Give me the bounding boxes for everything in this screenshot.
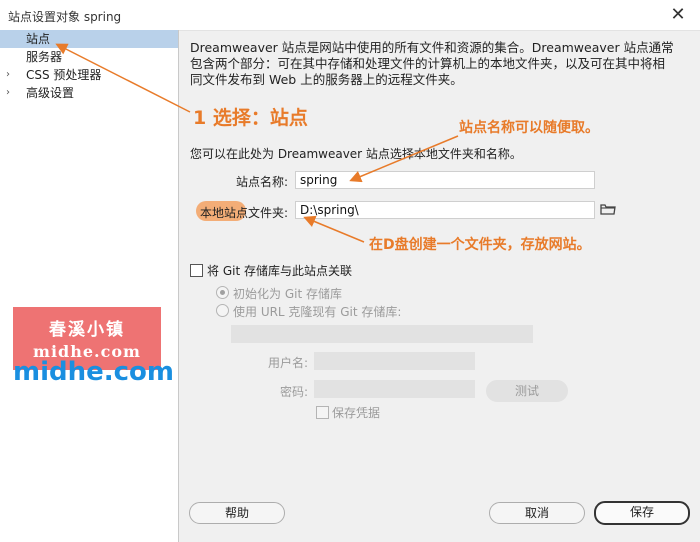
sidebar-item-label: CSS 预处理器 (26, 68, 102, 82)
sidebar-item-servers[interactable]: 服务器 (0, 48, 178, 66)
annotation-name-hint: 站点名称可以随便取。 (459, 120, 599, 136)
save-credentials-label: 保存凭据 (332, 406, 381, 420)
folder-icon[interactable] (600, 202, 616, 216)
sidebar-item-label: 站点 (26, 32, 51, 46)
local-folder-input[interactable]: D:\spring\ (295, 201, 595, 219)
annotation-folder-hint: 在D盘创建一个文件夹，存放网站。 (369, 237, 591, 253)
git-init-label: 初始化为 Git 存储库 (233, 287, 342, 301)
local-folder-label: 本地站点文件夹: (199, 206, 288, 220)
username-input[interactable] (314, 352, 475, 370)
username-label: 用户名: (267, 356, 308, 370)
test-button[interactable]: 测试 (486, 380, 568, 402)
watermark-text: midhe.com (13, 357, 175, 387)
site-name-input[interactable]: spring (295, 171, 595, 189)
chevron-right-icon[interactable]: › (6, 84, 10, 102)
title-bar: 站点设置对象 spring ✕ (0, 0, 700, 31)
git-clone-label: 使用 URL 克隆现有 Git 存储库: (233, 305, 402, 319)
watermark-badge-line1: 春溪小镇 (49, 320, 125, 340)
git-url-input[interactable] (231, 325, 533, 343)
site-description: Dreamweaver 站点是网站中使用的所有文件和资源的集合。Dreamwea… (190, 40, 674, 87)
help-button[interactable]: 帮助 (189, 502, 285, 524)
close-icon[interactable]: ✕ (668, 4, 688, 25)
git-associate-label: 将 Git 存储库与此站点关联 (207, 264, 352, 278)
site-name-label: 站点名称: (235, 175, 288, 189)
sidebar-item-advanced-settings[interactable]: › 高级设置 (0, 84, 178, 102)
password-input[interactable] (314, 380, 475, 398)
chevron-right-icon[interactable]: › (6, 66, 10, 84)
git-clone-radio[interactable] (216, 304, 229, 317)
cancel-button[interactable]: 取消 (489, 502, 585, 524)
git-associate-checkbox[interactable] (190, 264, 203, 277)
save-credentials-checkbox[interactable] (316, 406, 329, 419)
save-button[interactable]: 保存 (594, 501, 690, 525)
sidebar-item-label: 高级设置 (26, 86, 75, 100)
sidebar-item-site[interactable]: 站点 (0, 30, 178, 48)
arrow-to-local-folder (303, 215, 365, 243)
git-init-radio[interactable] (216, 286, 229, 299)
annotation-step: 1 选择：站点 (193, 107, 308, 129)
password-label: 密码: (279, 385, 308, 399)
window-title: 站点设置对象 spring (8, 10, 122, 24)
intro-text: 您可以在此处为 Dreamweaver 站点选择本地文件夹和名称。 (190, 147, 522, 161)
sidebar-item-label: 服务器 (26, 50, 63, 64)
sidebar-item-css-preprocessors[interactable]: › CSS 预处理器 (0, 66, 178, 84)
sidebar: 站点 服务器 › CSS 预处理器 › 高级设置 春溪小镇 midhe.com (0, 30, 179, 542)
